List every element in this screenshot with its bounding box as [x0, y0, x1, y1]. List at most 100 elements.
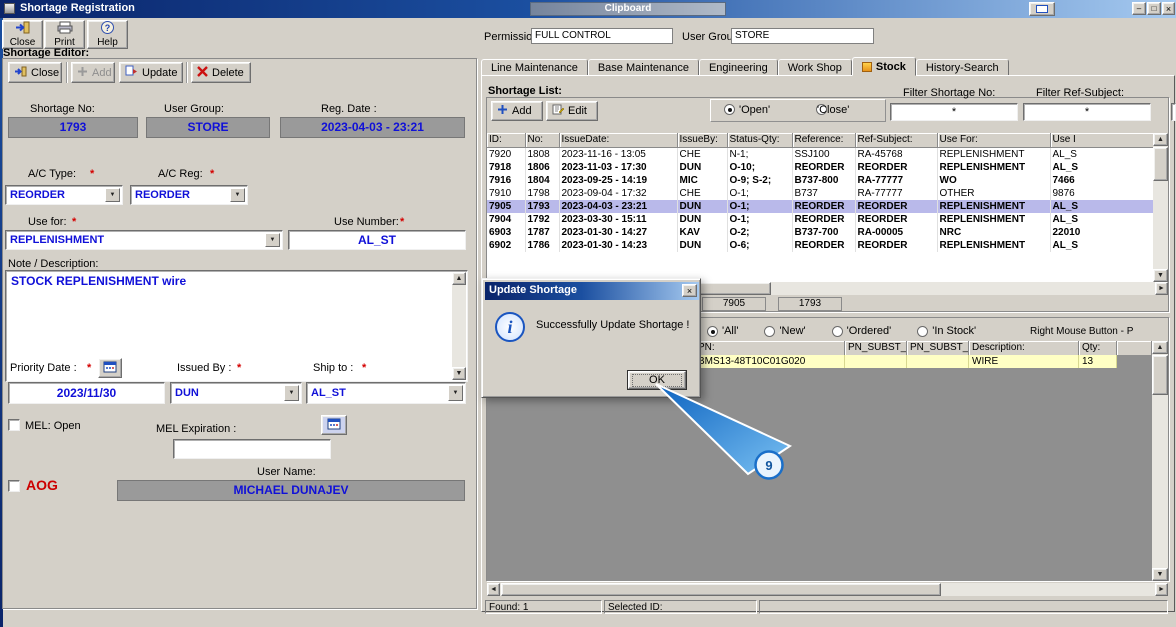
- shortage-row[interactable]: 790417922023-03-30 - 15:11DUNO-1;REORDER…: [487, 213, 1153, 226]
- help-icon: ?: [101, 21, 114, 37]
- titlebar-tool-button[interactable]: [1029, 2, 1055, 16]
- column-header[interactable]: Use For:: [937, 133, 1050, 147]
- scroll-thumb[interactable]: [1152, 355, 1168, 395]
- shortage-row[interactable]: 791618042023-09-25 - 14:19MICO-9; S-2;B7…: [487, 174, 1153, 187]
- column-header[interactable]: ID:: [487, 133, 525, 147]
- shortage-edit-button[interactable]: Edit: [546, 101, 598, 121]
- tab-stock[interactable]: Stock: [852, 57, 916, 76]
- shortage-row[interactable]: 792018082023-11-16 - 13:05CHEN-1;SSJ100R…: [487, 147, 1153, 161]
- column-header[interactable]: IssueBy:: [677, 133, 727, 147]
- shortage-row[interactable]: 791017982023-09-04 - 17:32CHEO-1;B737RA-…: [487, 187, 1153, 200]
- stock-filter-radios: 'All' 'New' 'Ordered' 'In Stock': [707, 325, 976, 337]
- scroll-down-icon[interactable]: ▼: [452, 367, 466, 380]
- scroll-left-icon[interactable]: ◄: [487, 583, 500, 596]
- mel-expiration-calendar-button[interactable]: [321, 415, 347, 435]
- editor-close-button[interactable]: Close: [8, 62, 62, 83]
- column-header[interactable]: Ref-Subject:: [855, 133, 937, 147]
- mel-open-checkbox[interactable]: [8, 419, 20, 431]
- tab-line-maintenance[interactable]: Line Maintenance: [481, 59, 588, 76]
- tab-work-shop[interactable]: Work Shop: [778, 59, 852, 76]
- dialog-close-button[interactable]: ×: [682, 284, 697, 297]
- column-header[interactable]: IssueDate:: [559, 133, 677, 147]
- filter-ref-subject-input[interactable]: *: [1023, 103, 1151, 121]
- plus-icon: [497, 104, 508, 118]
- chevron-down-icon[interactable]: ▼: [284, 385, 299, 401]
- close-window-button[interactable]: ×: [1162, 2, 1175, 15]
- scroll-right-icon[interactable]: ►: [1155, 282, 1168, 295]
- app-window: Shortage Registration Clipboard – □ × Cl…: [0, 0, 1176, 627]
- parts-table-hscrollbar[interactable]: ◄ ►: [487, 583, 1168, 596]
- tab-engineering[interactable]: Engineering: [699, 59, 778, 76]
- exit-icon: [15, 21, 30, 37]
- toolbar-print-button[interactable]: Print: [44, 20, 85, 49]
- column-header[interactable]: Reference:: [792, 133, 855, 147]
- dialog-ok-button[interactable]: OK: [628, 371, 686, 389]
- filter-input-sliver[interactable]: [1171, 103, 1176, 121]
- radio-open[interactable]: [724, 104, 735, 115]
- shortage-add-button[interactable]: Add: [491, 101, 543, 121]
- minimize-button[interactable]: –: [1132, 2, 1146, 15]
- radio-close-label: 'Close': [817, 104, 849, 116]
- shortage-table-vscrollbar[interactable]: ▲ ▼: [1153, 133, 1168, 282]
- cell: B737: [792, 187, 855, 200]
- use-number-input[interactable]: AL_ST: [288, 230, 466, 250]
- toolbar-close-button[interactable]: Close: [2, 20, 43, 49]
- editor-update-button[interactable]: Update: [119, 62, 183, 83]
- column-header[interactable]: No:: [525, 133, 559, 147]
- chevron-down-icon[interactable]: ▼: [265, 233, 280, 247]
- shortage-row[interactable]: 790517932023-04-03 - 23:21DUNO-1;REORDER…: [487, 200, 1153, 213]
- shortage-row[interactable]: 690317872023-01-30 - 14:27KAVO-2;B737-70…: [487, 226, 1153, 239]
- tab-base-maintenance[interactable]: Base Maintenance: [588, 59, 699, 76]
- clipboard-window-titlebar[interactable]: Clipboard: [530, 2, 726, 16]
- editor-add-button[interactable]: Add: [71, 62, 115, 83]
- toolbar-help-button[interactable]: ? Help: [87, 20, 128, 49]
- editor-close-label: Close: [31, 67, 59, 79]
- ship-to-select[interactable]: AL_ST ▼: [306, 382, 466, 404]
- scroll-right-icon[interactable]: ►: [1155, 583, 1168, 596]
- tab-history-search[interactable]: History-Search: [916, 59, 1009, 76]
- note-scrollbar[interactable]: ▲ ▼: [452, 272, 466, 380]
- printer-icon: [57, 21, 73, 37]
- ac-type-select[interactable]: REORDER ▼: [5, 185, 123, 205]
- priority-date-calendar-button[interactable]: [98, 358, 122, 378]
- radio-label: 'All': [722, 325, 738, 337]
- required-marker: *: [237, 362, 241, 374]
- cell: WIRE: [969, 355, 1079, 368]
- filter-shortage-no-input[interactable]: *: [890, 103, 1018, 121]
- parts-table-vscrollbar[interactable]: ▲ ▼: [1152, 341, 1168, 581]
- cell: REPLENISHMENT: [937, 213, 1050, 226]
- issued-by-select[interactable]: DUN ▼: [170, 382, 302, 404]
- scroll-thumb[interactable]: [501, 583, 941, 596]
- mel-expiration-input[interactable]: [173, 439, 331, 459]
- column-header: PN_SUBST_1:: [845, 341, 907, 355]
- cell: 22010: [1050, 226, 1153, 239]
- scroll-down-icon[interactable]: ▼: [1152, 568, 1168, 581]
- shortage-row[interactable]: 791818062023-11-03 - 17:30DUNO-10;REORDE…: [487, 161, 1153, 174]
- aog-checkbox[interactable]: [8, 480, 20, 492]
- cell: REPLENISHMENT: [937, 239, 1050, 252]
- stock-filter-radio[interactable]: 'Ordered': [832, 325, 892, 337]
- shortage-row[interactable]: 690217862023-01-30 - 14:23DUNO-6;REORDER…: [487, 239, 1153, 252]
- column-header[interactable]: Status-Qty:: [727, 133, 792, 147]
- scroll-up-icon[interactable]: ▲: [1152, 341, 1168, 354]
- shortage-list-section-label: Shortage List:: [488, 85, 562, 97]
- scroll-up-icon[interactable]: ▲: [452, 272, 466, 285]
- chevron-down-icon[interactable]: ▼: [230, 188, 245, 202]
- chevron-down-icon[interactable]: ▼: [448, 385, 463, 401]
- stock-filter-radio[interactable]: 'New': [764, 325, 805, 337]
- cell: REORDER: [855, 213, 937, 226]
- maximize-button[interactable]: □: [1147, 2, 1161, 15]
- use-for-select[interactable]: REPLENISHMENT ▼: [5, 230, 283, 250]
- update-shortage-dialog: Update Shortage × i Successfully Update …: [481, 278, 701, 398]
- column-header[interactable]: Use I: [1050, 133, 1153, 147]
- scroll-up-icon[interactable]: ▲: [1153, 133, 1168, 146]
- scroll-thumb[interactable]: [1153, 147, 1168, 181]
- ac-reg-select[interactable]: REORDER ▼: [130, 185, 248, 205]
- editor-delete-button[interactable]: Delete: [191, 62, 251, 83]
- scroll-down-icon[interactable]: ▼: [1153, 269, 1168, 282]
- chevron-down-icon[interactable]: ▼: [105, 188, 120, 202]
- priority-date-input[interactable]: 2023/11/30: [8, 382, 165, 404]
- stock-filter-radio[interactable]: 'All': [707, 325, 738, 337]
- radio-label: 'Ordered': [847, 325, 892, 337]
- stock-filter-radio[interactable]: 'In Stock': [917, 325, 976, 337]
